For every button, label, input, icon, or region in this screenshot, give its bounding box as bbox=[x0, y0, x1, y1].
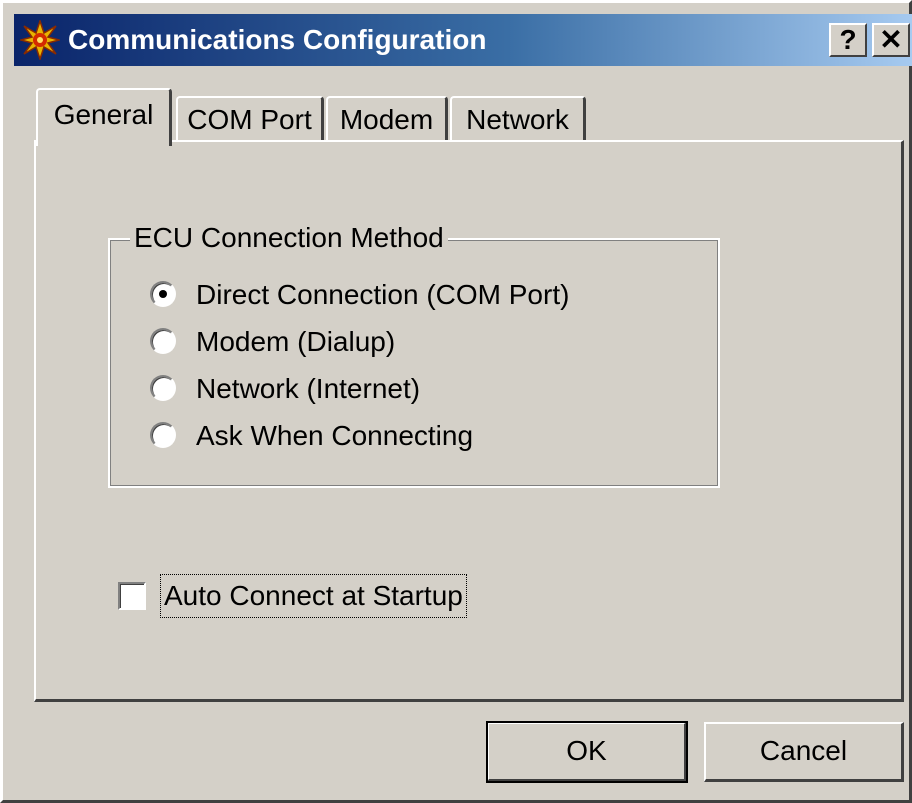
general-tab-panel: ECU Connection Method Direct Connection … bbox=[34, 140, 904, 702]
radio-label: Ask When Connecting bbox=[196, 420, 474, 451]
auto-connect-label[interactable]: Auto Connect at Startup bbox=[160, 574, 467, 618]
radio-button[interactable] bbox=[150, 281, 176, 307]
cancel-button[interactable]: Cancel bbox=[704, 722, 904, 782]
question-mark-icon: ? bbox=[839, 24, 857, 55]
radio-button[interactable] bbox=[150, 328, 176, 354]
tab-com-port[interactable]: COM Port bbox=[176, 96, 324, 144]
radio-label: Modem (Dialup) bbox=[196, 326, 396, 357]
radio-selected-dot bbox=[159, 290, 167, 298]
title-bar[interactable]: Communications Configuration ? ✕ bbox=[14, 14, 912, 66]
group-title: ECU Connection Method bbox=[130, 218, 448, 258]
tab-general[interactable]: General bbox=[36, 88, 172, 146]
radio-label: Direct Connection (COM Port) bbox=[196, 279, 570, 310]
help-button[interactable]: ? bbox=[829, 23, 867, 57]
connection-method-group: ECU Connection Method Direct Connection … bbox=[108, 218, 720, 488]
close-button[interactable]: ✕ bbox=[872, 23, 910, 57]
auto-connect-checkbox[interactable] bbox=[118, 582, 146, 610]
tab-network[interactable]: Network bbox=[450, 96, 586, 144]
tab-modem[interactable]: Modem bbox=[326, 96, 448, 144]
radio-button[interactable] bbox=[150, 422, 176, 448]
window-title: Communications Configuration bbox=[68, 24, 487, 55]
tab-strip: General COM Port Modem Network bbox=[32, 88, 902, 146]
radio-label: Network (Internet) bbox=[196, 373, 421, 404]
ok-button[interactable]: OK bbox=[486, 721, 688, 783]
close-icon: ✕ bbox=[879, 24, 903, 55]
radio-button[interactable] bbox=[150, 375, 176, 401]
burst-icon bbox=[20, 20, 60, 60]
